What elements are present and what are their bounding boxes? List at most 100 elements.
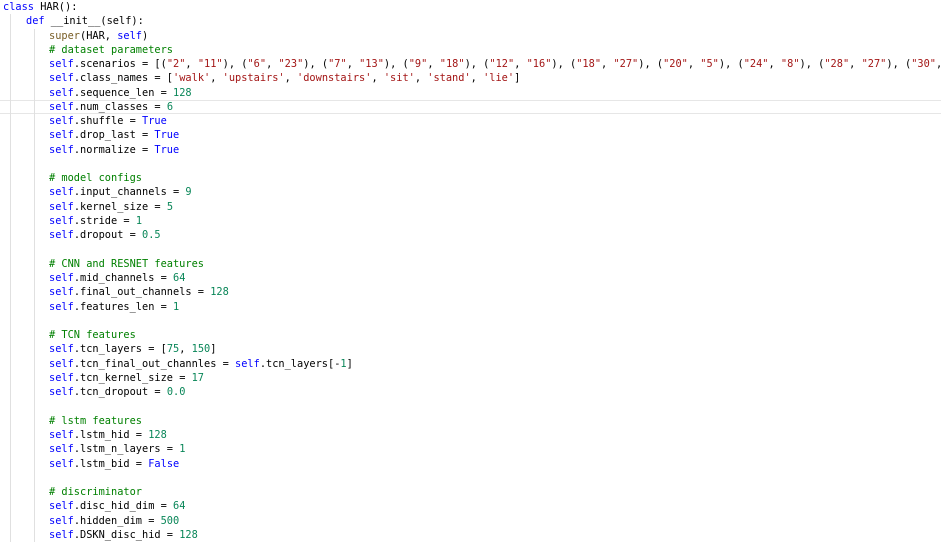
code-line[interactable]: self.lstm_hid = 128	[0, 427, 941, 443]
code-text: self.lstm_bid = False	[49, 457, 179, 471]
code-text: self.hidden_dim = 500	[49, 514, 179, 528]
code-token-kw: class	[3, 1, 34, 13]
code-token-slf: self	[49, 500, 74, 513]
code-line[interactable]: self.drop_last = True	[0, 128, 941, 143]
indent-guide	[34, 171, 35, 186]
code-token-op: .hidden_dim =	[73, 514, 161, 527]
code-token-op: ,	[514, 58, 527, 71]
code-token-str: "18"	[439, 58, 465, 71]
code-line[interactable]	[0, 399, 941, 414]
code-token-op: )	[142, 29, 149, 42]
code-line[interactable]	[0, 242, 941, 257]
code-token-slf: self	[49, 386, 74, 399]
code-line[interactable]: class HAR():	[0, 0, 941, 14]
code-line[interactable]: # CNN and RESNET features	[0, 256, 941, 272]
indent-guide	[34, 513, 35, 528]
indent-guide	[10, 42, 11, 58]
code-token-op: ,	[284, 72, 298, 85]
code-line[interactable]: self.normalize = True	[0, 142, 941, 157]
indent-guide	[10, 527, 11, 543]
code-line[interactable]: # dataset parameters	[0, 42, 941, 58]
code-token-num: 17	[191, 371, 205, 384]
code-token-slf: self	[49, 58, 74, 71]
code-line[interactable]	[0, 470, 941, 486]
code-line[interactable]: self.class_names = ['walk', 'upstairs', …	[0, 71, 941, 86]
code-line[interactable]: self.dropout = 0.5	[0, 228, 941, 243]
code-token-slf: self	[235, 357, 260, 370]
code-line[interactable]: # lstm features	[0, 413, 941, 428]
code-line[interactable]: self.num_classes = 6	[0, 99, 941, 115]
code-line[interactable]: self.tcn_layers = [75, 150]	[0, 342, 941, 357]
code-token-op: .tcn_layers[-	[259, 357, 341, 370]
code-token-op: .tcn_dropout =	[73, 386, 167, 399]
indent-guide	[34, 256, 35, 272]
code-token-slf: self	[49, 357, 74, 370]
indent-guide	[34, 185, 35, 200]
indent-guide	[10, 427, 11, 443]
code-line[interactable]: self.scenarios = [("2", "11"), ("6", "23…	[0, 57, 941, 72]
code-token-str: "11"	[197, 58, 223, 71]
code-token-cmt: # TCN features	[49, 329, 136, 342]
code-token-str: 'walk'	[173, 72, 211, 85]
code-line[interactable]: self.mid_channels = 64	[0, 271, 941, 286]
indent-guide	[10, 28, 11, 43]
code-token-op: .shuffle =	[73, 115, 143, 128]
code-text: self.normalize = True	[49, 143, 179, 157]
code-token-num: 64	[173, 500, 186, 513]
code-line[interactable]: self.shuffle = True	[0, 114, 941, 129]
code-text: self.lstm_hid = 128	[49, 428, 167, 442]
code-token-slf: self	[49, 300, 74, 313]
code-line[interactable]: self.DSKN_disc_hid = 128	[0, 527, 941, 543]
code-token-str: "20"	[663, 58, 688, 71]
code-line[interactable]: self.lstm_n_layers = 1	[0, 442, 941, 457]
code-line[interactable]: self.features_len = 1	[0, 299, 941, 314]
code-line[interactable]: def __init__(self):	[0, 14, 941, 29]
indent-guide	[34, 456, 35, 471]
code-token-cmt: # discriminator	[49, 486, 142, 499]
indent-guide	[34, 342, 35, 357]
code-line[interactable]: self.final_out_channels = 128	[0, 285, 941, 300]
code-token-op: .tcn_kernel_size =	[73, 371, 192, 384]
code-line[interactable]: self.stride = 1	[0, 213, 941, 229]
code-token-str: "9"	[408, 58, 428, 71]
code-token-kw: True	[142, 115, 167, 128]
code-token-slf: self	[49, 528, 74, 541]
code-line[interactable]: self.tcn_kernel_size = 17	[0, 370, 941, 386]
code-line[interactable]: # discriminator	[0, 485, 941, 500]
code-line[interactable]: super(HAR, self)	[0, 28, 941, 43]
indent-guide	[10, 99, 11, 115]
code-token-num: 5	[166, 200, 174, 213]
code-line[interactable]: self.tcn_final_out_channles = self.tcn_l…	[0, 356, 941, 371]
indent-guide	[34, 271, 35, 286]
code-line[interactable]: self.tcn_dropout = 0.0	[0, 385, 941, 400]
code-token-slf: self	[49, 214, 74, 227]
code-line[interactable]: self.lstm_bid = False	[0, 456, 941, 471]
code-token-slf: self	[49, 286, 74, 299]
code-line[interactable]: self.input_channels = 9	[0, 185, 941, 200]
code-text: self.tcn_kernel_size = 17	[49, 371, 204, 385]
code-token-num: 0.5	[142, 229, 161, 242]
indent-guide	[34, 199, 35, 214]
indent-guide	[10, 356, 11, 371]
code-line[interactable]: self.disc_hid_dim = 64	[0, 499, 941, 514]
code-line[interactable]	[0, 156, 941, 172]
indent-guide	[10, 456, 11, 471]
code-text: self.drop_last = True	[49, 128, 179, 142]
code-line[interactable]: self.kernel_size = 5	[0, 199, 941, 214]
code-text: self.final_out_channels = 128	[49, 285, 229, 299]
code-token-op: ,	[266, 58, 279, 71]
code-token-op: .features_len =	[73, 300, 174, 313]
code-text: self.shuffle = True	[49, 114, 167, 128]
code-line[interactable]: self.hidden_dim = 500	[0, 513, 941, 528]
code-line[interactable]: self.sequence_len = 128	[0, 85, 941, 100]
code-line[interactable]	[0, 313, 941, 329]
code-token-op: ,	[210, 72, 223, 85]
code-token-op: ), (	[464, 58, 490, 71]
code-token-num: 128	[148, 428, 167, 441]
code-token-op: ), (	[303, 58, 329, 71]
code-line[interactable]: # model configs	[0, 171, 941, 186]
code-token-num: 64	[173, 272, 186, 285]
indent-guide	[34, 470, 35, 486]
code-editor[interactable]: class HAR(): def __init__(self): super(HAR…	[0, 0, 941, 543]
code-line[interactable]: # TCN features	[0, 328, 941, 343]
